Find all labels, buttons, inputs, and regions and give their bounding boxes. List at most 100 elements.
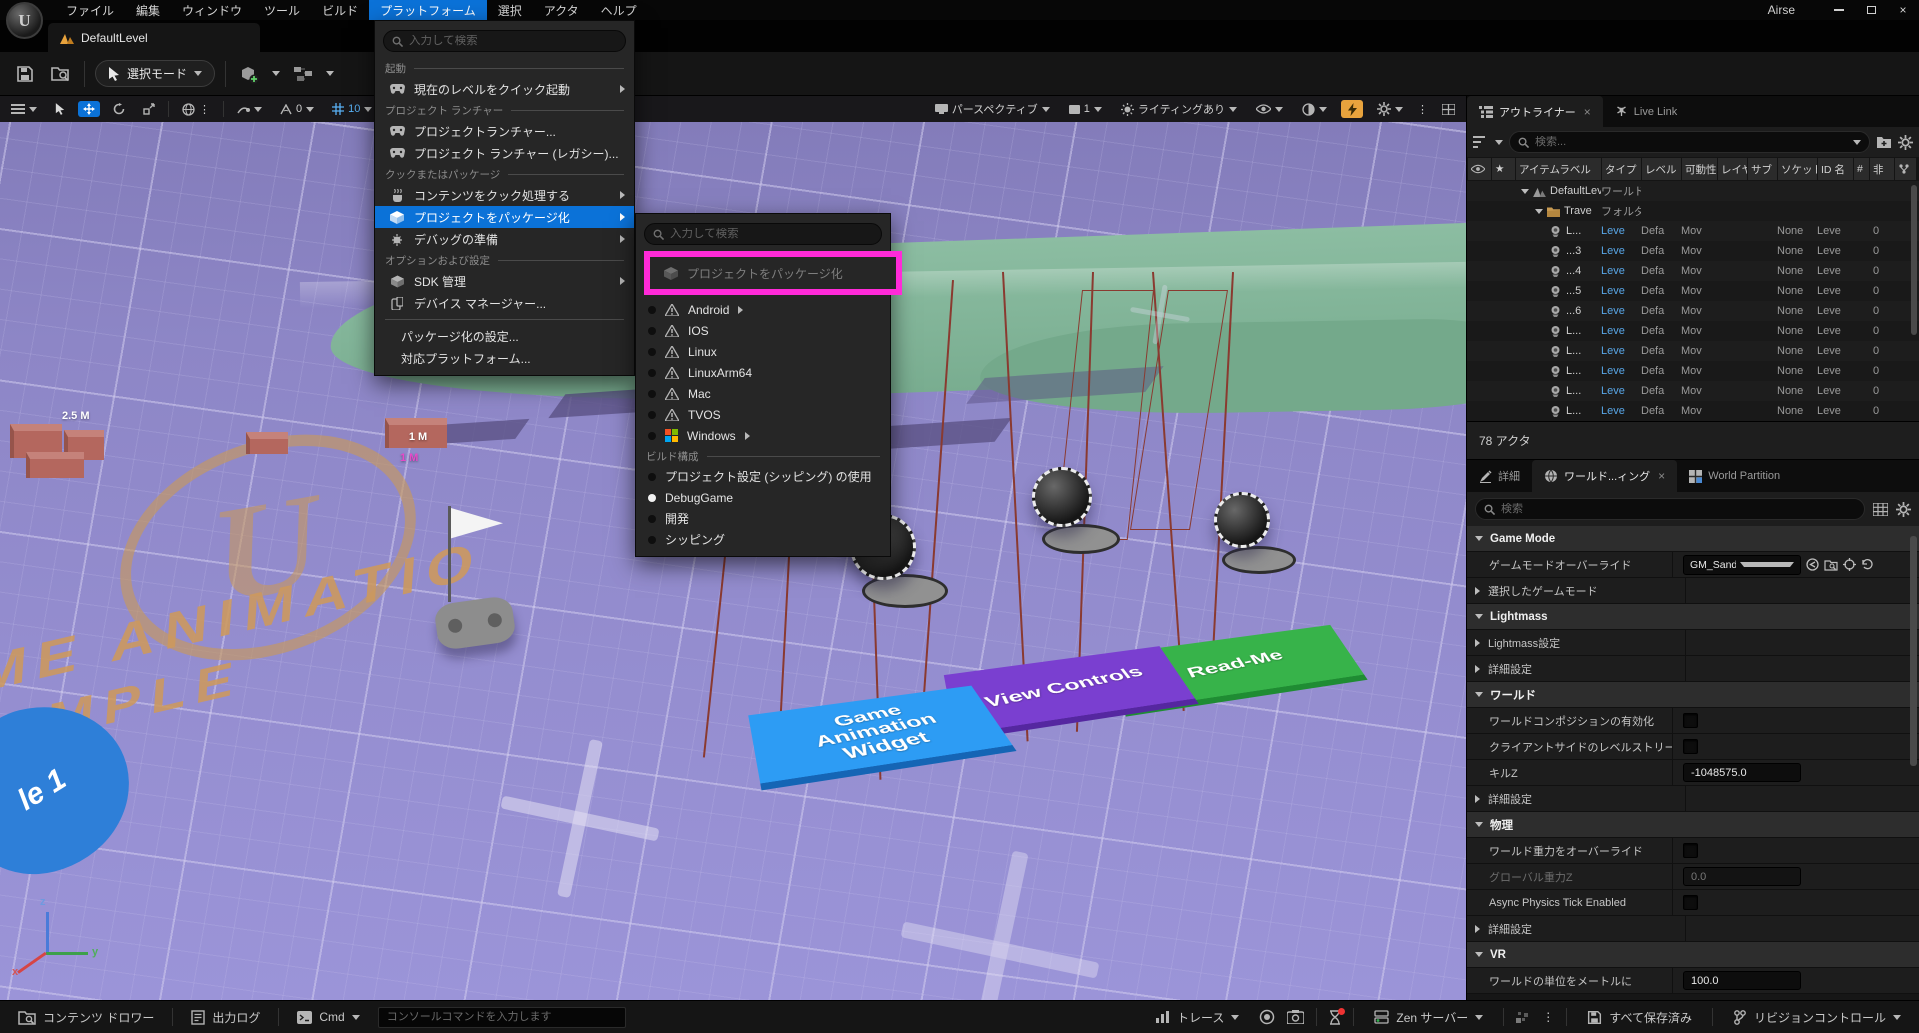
table-row[interactable]: L... Leve Defa Mov None Leve 0	[1467, 401, 1919, 421]
select-tool-button[interactable]	[50, 101, 70, 117]
details-scrollbar[interactable]	[1910, 536, 1917, 766]
camera-sphere[interactable]	[1032, 467, 1092, 527]
column-header[interactable]: レベル	[1642, 158, 1681, 180]
settings-expand-row[interactable]: 詳細設定	[1467, 916, 1919, 942]
settings-section-物理[interactable]: 物理	[1467, 812, 1919, 838]
outliner-scrollbar[interactable]	[1911, 185, 1917, 335]
record-icon[interactable]	[1259, 1009, 1275, 1025]
settings-section-Game Mode[interactable]: Game Mode	[1467, 526, 1919, 552]
expand-arrow-icon[interactable]	[1521, 189, 1529, 194]
menu-item[interactable]: デバイス マネージャー...	[375, 292, 634, 314]
console-input[interactable]	[387, 1011, 617, 1023]
reset-icon[interactable]	[1861, 559, 1873, 570]
add-actor-chevron[interactable]	[272, 71, 280, 76]
task-status-button[interactable]	[1329, 1010, 1341, 1025]
cmd-dropdown[interactable]: Cmd	[289, 1001, 367, 1033]
table-row[interactable]: ...3 Leve Defa Mov None Leve 0	[1467, 241, 1919, 261]
menubar-item-ビルド[interactable]: ビルド	[311, 0, 369, 20]
build-config-item[interactable]: DebugGame	[636, 487, 890, 508]
table-row[interactable]: ...4 Leve Defa Mov None Leve 0	[1467, 261, 1919, 281]
platform-item-android[interactable]: Android	[636, 299, 890, 320]
zen-server-dropdown[interactable]: Zen サーバー	[1366, 1001, 1491, 1033]
checkbox[interactable]	[1683, 739, 1698, 754]
table-row[interactable]: ...5 Leve Defa Mov None Leve 0	[1467, 281, 1919, 301]
performance-warning-button[interactable]	[1341, 100, 1363, 118]
display-options-icon[interactable]	[1873, 503, 1888, 516]
settings-section-ワールド[interactable]: ワールド	[1467, 682, 1919, 708]
menu-item[interactable]: SDK 管理	[375, 270, 634, 292]
close-button[interactable]: ×	[1887, 0, 1919, 20]
move-tool-button[interactable]	[78, 101, 100, 117]
output-log-button[interactable]: 出力ログ	[183, 1001, 268, 1033]
favorite-column-header[interactable]: ★	[1492, 158, 1515, 180]
browse-asset-icon[interactable]	[1824, 559, 1838, 571]
menu-item[interactable]: プロジェクト ランチャー (レガシー)...	[375, 142, 634, 164]
eye-column-header[interactable]	[1468, 158, 1491, 180]
column-header[interactable]: 非	[1870, 158, 1894, 180]
revision-control-dropdown[interactable]: リビジョンコントロール	[1725, 1001, 1909, 1033]
table-row[interactable]: ...6 Leve Defa Mov None Leve 0	[1467, 301, 1919, 321]
tab-ワールド...ィング[interactable]: ワールド...ィング×	[1532, 460, 1677, 492]
value-input[interactable]: 0.0	[1683, 867, 1801, 886]
platform-item-ios[interactable]: IOS	[636, 320, 890, 341]
platform-menu-search-input[interactable]	[409, 35, 617, 47]
bottom-kebab-icon[interactable]: ⋮	[1542, 1010, 1554, 1024]
details-search[interactable]	[1475, 498, 1865, 520]
content-drawer-button[interactable]: コンテンツ ドロワー	[10, 1001, 162, 1033]
tab-Live Link[interactable]: Live Link	[1603, 96, 1689, 127]
add-folder-icon[interactable]	[1876, 135, 1892, 149]
rotate-tool-button[interactable]	[108, 101, 130, 117]
tab-World Partition[interactable]: World Partition	[1677, 460, 1792, 492]
build-config-item[interactable]: 開発	[636, 508, 890, 529]
settings-section-VR[interactable]: VR	[1467, 942, 1919, 968]
save-all-button[interactable]: すべて保存済み	[1579, 1001, 1700, 1033]
table-row[interactable]: Traveフォルダ	[1467, 201, 1919, 221]
build-config-item[interactable]: プロジェクト設定 (シッピング) の使用	[636, 466, 890, 487]
settings-expand-row[interactable]: 詳細設定	[1467, 786, 1919, 812]
add-actor-button[interactable]	[236, 61, 262, 87]
content-browser-button[interactable]	[48, 61, 74, 87]
outliner-search[interactable]	[1509, 131, 1870, 153]
column-header[interactable]: ソケット	[1778, 158, 1817, 180]
column-header[interactable]: #	[1854, 158, 1869, 180]
expand-arrow-icon[interactable]	[1535, 209, 1543, 214]
angle-snap-button[interactable]: 0	[275, 101, 319, 117]
column-header[interactable]: ID 名	[1818, 158, 1853, 180]
checkbox[interactable]	[1683, 713, 1698, 728]
trace-dropdown[interactable]: トレース	[1148, 1001, 1247, 1033]
menubar-item-ツール[interactable]: ツール	[253, 0, 311, 20]
world-coordinate-button[interactable]: ⋮	[177, 101, 215, 118]
perspective-dropdown[interactable]: パースペクティブ	[930, 99, 1055, 119]
preview-blend-dropdown[interactable]	[1297, 101, 1332, 118]
table-row[interactable]: L... Leve Defa Mov None Leve 0	[1467, 221, 1919, 241]
save-button[interactable]	[12, 61, 38, 87]
value-input[interactable]: -1048575.0	[1683, 763, 1801, 782]
viewport-settings-button[interactable]	[1372, 100, 1408, 118]
package-submenu-search-input[interactable]	[670, 228, 873, 240]
menu-item[interactable]: 対応プラットフォーム...	[375, 347, 634, 369]
column-header[interactable]: タイプ	[1602, 158, 1641, 180]
value-input[interactable]: 100.0	[1683, 971, 1801, 990]
menubar-item-プラットフォーム[interactable]: プラットフォーム	[369, 0, 487, 20]
table-row[interactable]: DefaultLevelワールド	[1467, 181, 1919, 201]
viewport-options-button[interactable]	[6, 102, 42, 116]
platform-item-linux[interactable]: Linux	[636, 341, 890, 362]
close-tab-icon[interactable]: ×	[1584, 105, 1591, 119]
console-input-box[interactable]	[378, 1007, 626, 1028]
menu-item[interactable]: コンテンツをクック処理する	[375, 184, 634, 206]
surface-snap-button[interactable]	[232, 102, 267, 117]
menu-item[interactable]: プロジェクトをパッケージ化	[375, 206, 634, 228]
settings-section-Lightmass[interactable]: Lightmass	[1467, 604, 1919, 630]
menubar-item-ヘルプ[interactable]: ヘルプ	[590, 0, 648, 20]
maximize-viewport-button[interactable]	[1437, 102, 1460, 117]
screenshot-icon[interactable]	[1287, 1010, 1304, 1024]
column-header[interactable]: レイヤ	[1718, 158, 1747, 180]
checkbox[interactable]	[1683, 895, 1698, 910]
show-flags-dropdown[interactable]	[1251, 102, 1288, 116]
minimize-button[interactable]	[1823, 0, 1855, 20]
link-column-header[interactable]	[1895, 158, 1916, 180]
column-header[interactable]: アイテムラベル	[1516, 158, 1601, 180]
use-selected-icon[interactable]	[1806, 558, 1819, 571]
platform-item-tvos[interactable]: TVOS	[636, 404, 890, 425]
screen-percentage-dropdown[interactable]: 1	[1064, 101, 1107, 117]
